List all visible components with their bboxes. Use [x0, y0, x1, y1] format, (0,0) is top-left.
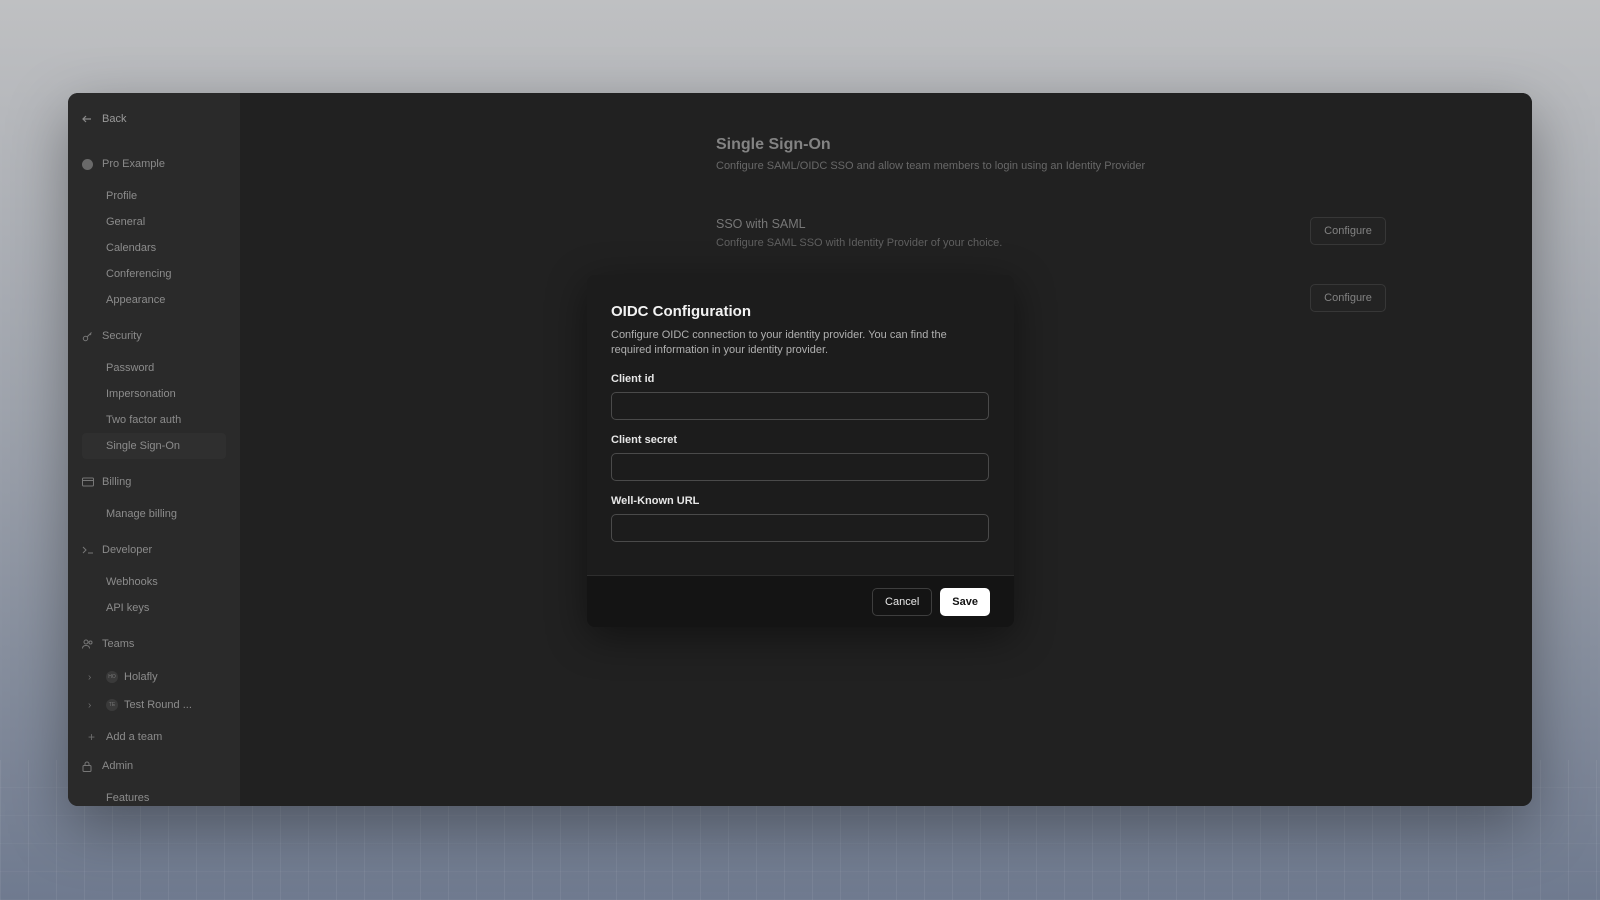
team-avatar: HO: [106, 671, 118, 683]
team-label: Test Round ...: [124, 699, 192, 711]
account-section-header: Pro Example: [82, 151, 226, 177]
admin-section-header: Admin: [82, 753, 226, 779]
client-id-label: Client id: [611, 373, 655, 385]
terminal-icon: [82, 545, 102, 555]
lock-icon: [82, 761, 102, 772]
team-avatar: TE: [106, 699, 118, 711]
save-button[interactable]: Save: [940, 587, 990, 616]
back-label: Back: [102, 113, 127, 125]
add-team-button[interactable]: + Add a team: [82, 723, 226, 751]
dialog-description: Configure OIDC connection to your identi…: [611, 329, 947, 356]
client-id-input[interactable]: [611, 392, 989, 420]
developer-label: Developer: [102, 544, 153, 556]
team-label: Holafly: [124, 671, 158, 683]
add-team-label: Add a team: [106, 731, 163, 743]
client-secret-input[interactable]: [611, 453, 989, 481]
arrow-left-icon: [82, 114, 102, 124]
sidebar-item-conferencing[interactable]: Conferencing: [82, 261, 226, 287]
dialog-title: OIDC Configuration: [611, 303, 751, 320]
plus-icon: +: [88, 730, 96, 744]
security-section-header: Security: [82, 323, 226, 349]
sidebar-item-password[interactable]: Password: [82, 355, 226, 381]
sidebar-item-two-factor-auth[interactable]: Two factor auth: [82, 407, 226, 433]
sidebar-item-impersonation[interactable]: Impersonation: [82, 381, 226, 407]
oidc-config-dialog: OIDC Configuration Configure OIDC connec…: [587, 275, 1014, 627]
billing-section-header: Billing: [82, 469, 226, 495]
credit-card-icon: [82, 477, 102, 487]
key-icon: [82, 331, 102, 342]
chevron-right-icon: ›: [88, 671, 92, 683]
account-label: Pro Example: [102, 158, 165, 170]
sidebar-item-manage-billing[interactable]: Manage billing: [82, 501, 226, 527]
chevron-right-icon: ›: [88, 699, 92, 711]
cancel-button[interactable]: Cancel: [872, 587, 933, 616]
sidebar-item-api-keys[interactable]: API keys: [82, 595, 226, 621]
client-secret-label: Client secret: [611, 434, 678, 446]
sidebar-item-general[interactable]: General: [82, 209, 226, 235]
avatar: [82, 158, 93, 170]
team-item-test-round[interactable]: › TE Test Round ...: [82, 691, 226, 719]
sidebar-item-profile[interactable]: Profile: [82, 183, 226, 209]
back-link[interactable]: Back: [82, 107, 226, 131]
developer-section-header: Developer: [82, 537, 226, 563]
sidebar-item-webhooks[interactable]: Webhooks: [82, 569, 226, 595]
sidebar-item-calendars[interactable]: Calendars: [82, 235, 226, 261]
sidebar-item-features[interactable]: Features: [82, 785, 226, 806]
teams-label: Teams: [102, 638, 135, 650]
users-icon: [82, 639, 102, 649]
team-item-holafly[interactable]: › HO Holafly: [82, 663, 226, 691]
security-label: Security: [102, 330, 142, 342]
settings-sidebar: Back Pro Example Profile General Calenda…: [68, 93, 240, 806]
admin-label: Admin: [102, 760, 134, 772]
teams-section-header: Teams: [82, 631, 226, 657]
dialog-footer: Cancel Save: [587, 575, 1014, 627]
well-known-url-label: Well-Known URL: [611, 495, 700, 507]
billing-label: Billing: [102, 476, 132, 488]
sidebar-item-single-sign-on[interactable]: Single Sign-On: [82, 433, 226, 459]
sidebar-item-appearance[interactable]: Appearance: [82, 287, 226, 313]
well-known-url-input[interactable]: [611, 514, 989, 542]
